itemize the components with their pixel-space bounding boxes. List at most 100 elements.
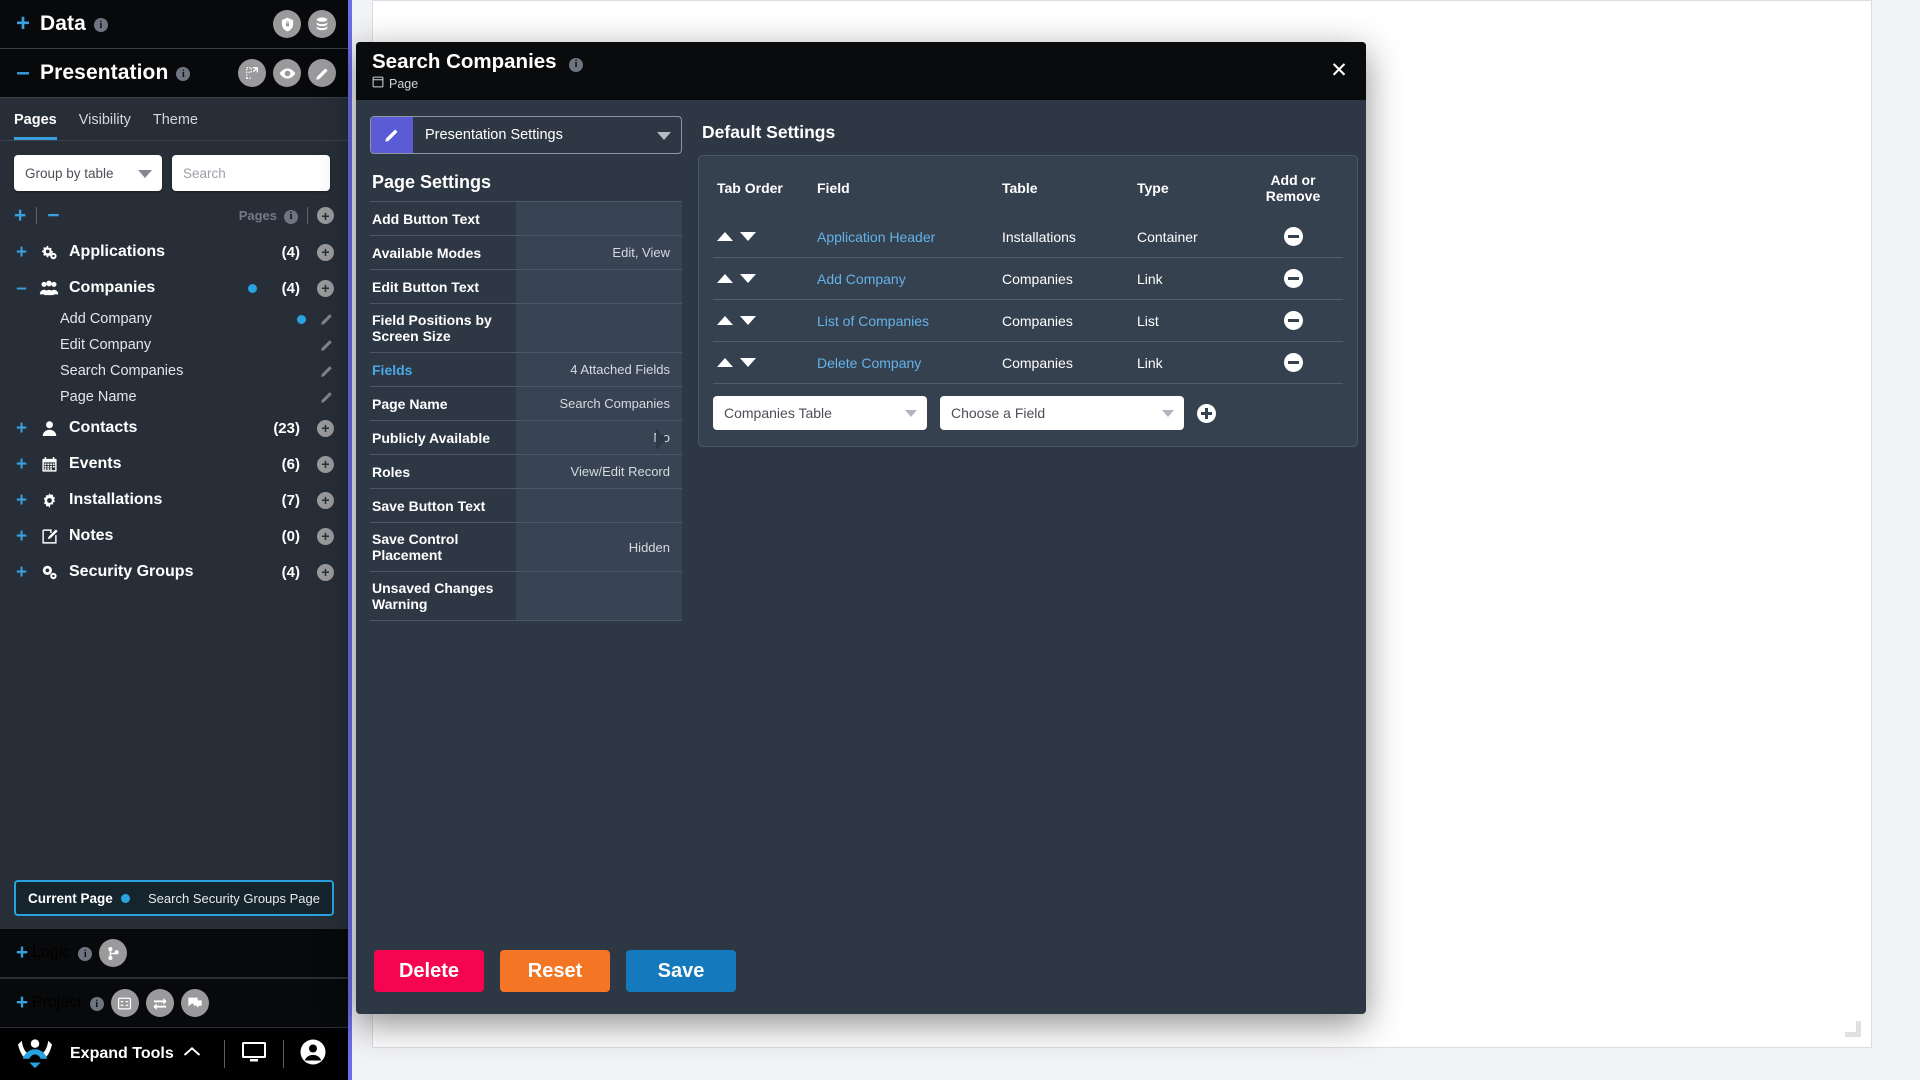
setting-value[interactable] <box>516 571 682 621</box>
table-row[interactable]: Publicly Available No <box>370 420 682 455</box>
tree-child-search-companies[interactable]: Search Companies <box>14 358 334 384</box>
expand-icon[interactable]: + <box>14 527 29 546</box>
table-row[interactable]: Page Name Search Companies <box>370 386 682 421</box>
swap-icon[interactable] <box>145 989 174 1017</box>
add-icon[interactable]: + <box>317 491 334 509</box>
collapse-all-icon[interactable]: − <box>47 205 59 226</box>
info-icon[interactable]: i <box>78 947 93 961</box>
remove-icon[interactable] <box>1283 227 1303 246</box>
section-header-logic[interactable]: + Logic i <box>0 928 348 978</box>
shield-lock-icon[interactable] <box>273 10 301 38</box>
tree-node-applications[interactable]: + Applications (4) + <box>14 234 334 270</box>
section-header-presentation[interactable]: – Presentation i <box>0 49 348 98</box>
tree-node-security-groups[interactable]: + Security Groups (4) + <box>14 554 334 590</box>
move-down-icon[interactable] <box>740 232 756 241</box>
expand-icon[interactable]: + <box>14 491 29 510</box>
field-link[interactable]: Add Company <box>813 257 998 300</box>
table-row[interactable]: Available Modes Edit, View <box>370 235 682 270</box>
save-button[interactable]: Save <box>626 950 736 992</box>
field-select[interactable]: Choose a Field <box>940 396 1184 430</box>
pencil-icon[interactable] <box>320 338 334 352</box>
add-icon[interactable]: + <box>317 563 334 581</box>
section-header-data[interactable]: + Data i <box>0 0 348 49</box>
setting-value[interactable] <box>516 201 682 236</box>
collapse-icon-presentation[interactable]: – <box>12 61 34 85</box>
field-link[interactable]: List of Companies <box>813 299 998 342</box>
move-down-icon[interactable] <box>740 358 756 367</box>
add-icon[interactable]: + <box>317 419 334 437</box>
table-row[interactable]: Roles View/Edit Record <box>370 454 682 489</box>
table-row[interactable]: Add Button Text <box>370 201 682 236</box>
expand-all-icon[interactable]: + <box>14 205 26 226</box>
pencil-icon[interactable] <box>320 390 334 404</box>
expand-icon[interactable]: + <box>14 243 29 262</box>
add-icon[interactable]: + <box>317 279 334 297</box>
move-up-icon[interactable] <box>717 358 733 367</box>
tree-child-edit-company[interactable]: Edit Company <box>14 332 334 358</box>
pencil-icon[interactable] <box>320 312 334 326</box>
move-up-icon[interactable] <box>717 316 733 325</box>
tab-theme[interactable]: Theme <box>153 112 198 140</box>
add-icon[interactable]: + <box>317 527 334 545</box>
tree-node-notes[interactable]: + Notes (0) + <box>14 518 334 554</box>
info-icon[interactable]: i <box>284 209 298 224</box>
presentation-settings-select[interactable]: Presentation Settings <box>370 116 682 154</box>
setting-value[interactable] <box>516 488 682 523</box>
remove-icon[interactable] <box>1283 353 1303 372</box>
setting-value[interactable] <box>516 303 682 353</box>
reset-button[interactable]: Reset <box>500 950 610 992</box>
field-link[interactable]: Application Header <box>813 216 998 258</box>
chat-icon[interactable] <box>180 989 209 1017</box>
tab-pages[interactable]: Pages <box>14 112 57 140</box>
canvas-resize-handle[interactable] <box>1845 1021 1861 1037</box>
table-select[interactable]: Companies Table <box>713 396 927 430</box>
expand-icon-data[interactable]: + <box>12 12 34 36</box>
add-icon[interactable]: + <box>317 243 334 261</box>
delete-button[interactable]: Delete <box>374 950 484 992</box>
info-icon[interactable]: i <box>569 57 584 72</box>
add-page-icon[interactable]: + <box>317 207 334 224</box>
branch-icon[interactable] <box>99 939 128 967</box>
chevron-up-icon[interactable] <box>183 1045 201 1063</box>
table-row[interactable]: Field Positions by Screen Size <box>370 303 682 353</box>
monitor-icon[interactable] <box>241 1040 267 1069</box>
setting-value[interactable]: View/Edit Record <box>516 454 682 489</box>
expand-icon-logic[interactable]: + <box>12 941 32 965</box>
field-link[interactable]: Delete Company <box>813 341 998 383</box>
expand-icon[interactable]: + <box>14 419 29 438</box>
database-icon[interactable] <box>308 10 336 38</box>
resize-icon[interactable] <box>238 59 266 87</box>
search-input[interactable] <box>183 165 319 181</box>
table-row[interactable]: Unsaved Changes Warning <box>370 571 682 621</box>
move-up-icon[interactable] <box>717 232 733 241</box>
tree-node-installations[interactable]: + Installations (7) + <box>14 482 334 518</box>
tree-child-page-name[interactable]: Page Name <box>14 384 334 410</box>
close-icon[interactable]: ✕ <box>1326 57 1352 83</box>
current-page-indicator[interactable]: Current Page Search Security Groups Page <box>14 880 334 916</box>
tree-child-add-company[interactable]: Add Company <box>14 306 334 332</box>
setting-value[interactable]: Search Companies <box>516 386 682 421</box>
group-by-select[interactable]: Group by table <box>14 155 162 191</box>
eye-icon[interactable] <box>273 59 301 87</box>
tree-node-events[interactable]: + Events (6) + <box>14 446 334 482</box>
table-row[interactable]: Edit Button Text <box>370 269 682 304</box>
remove-icon[interactable] <box>1283 269 1303 288</box>
expand-icon[interactable]: + <box>14 455 29 474</box>
expand-tools-label[interactable]: Expand Tools <box>70 1045 174 1063</box>
pencil-icon[interactable] <box>308 59 336 87</box>
expand-icon-project[interactable]: + <box>12 991 32 1015</box>
section-header-project[interactable]: + Project i <box>0 978 348 1028</box>
search-box[interactable] <box>172 155 330 191</box>
table-row[interactable]: Fields 4 Attached Fields <box>370 352 682 387</box>
remove-icon[interactable] <box>1283 311 1303 330</box>
table-row[interactable]: Save Button Text <box>370 488 682 523</box>
move-down-icon[interactable] <box>740 274 756 283</box>
setting-value[interactable]: 4 Attached Fields <box>516 352 682 387</box>
table-row[interactable]: Save Control Placement Hidden <box>370 522 682 572</box>
add-icon[interactable]: + <box>317 455 334 473</box>
info-icon[interactable]: i <box>176 67 191 81</box>
pencil-icon[interactable] <box>320 364 334 378</box>
flow-icon[interactable] <box>110 989 139 1017</box>
collapse-icon[interactable]: – <box>14 279 29 298</box>
move-down-icon[interactable] <box>740 316 756 325</box>
